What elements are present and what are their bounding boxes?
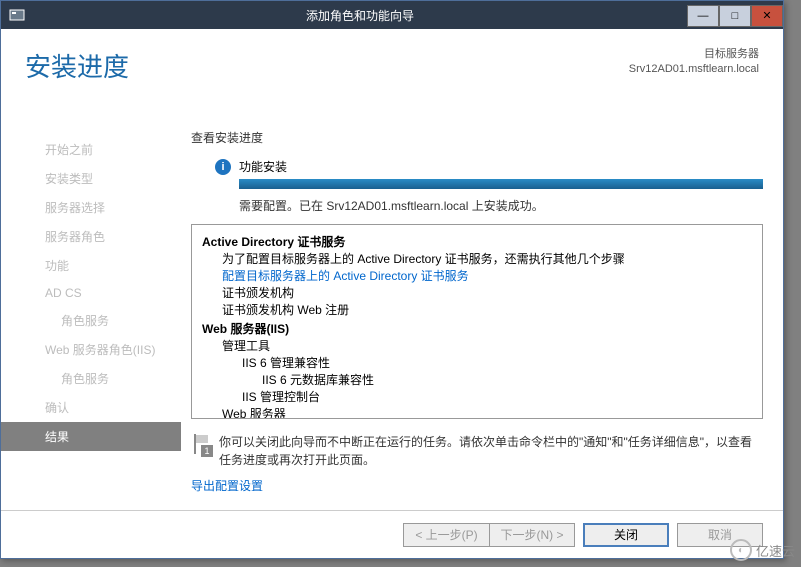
wizard-window: 添加角色和功能向导 — □ ✕ 安装进度 目标服务器 Srv12AD01.msf… (0, 0, 784, 559)
header-row: 安装进度 目标服务器 Srv12AD01.msftlearn.local (1, 29, 783, 96)
detail-line-1: 为了配置目标服务器上的 Active Directory 证书服务，还需执行其他… (202, 250, 752, 267)
notification-flag-icon: 1 (191, 433, 211, 455)
watermark: ◐ 亿速云 (730, 539, 795, 561)
status-message: 需要配置。已在 Srv12AD01.msftlearn.local 上安装成功。 (239, 197, 763, 214)
install-details[interactable]: Active Directory 证书服务为了配置目标服务器上的 Active … (191, 224, 763, 419)
sidebar-item-4: 功能 (1, 251, 181, 280)
status-label: 功能安装 (239, 158, 287, 175)
detail-line-7: IIS 6 管理兼容性 (202, 354, 752, 371)
sidebar-item-10[interactable]: 结果 (1, 422, 181, 451)
detail-line-9: IIS 管理控制台 (202, 388, 752, 405)
sidebar-nav: 开始之前安装类型服务器选择服务器角色功能AD CS角色服务Web 服务器角色(I… (1, 129, 181, 508)
sidebar-item-3: 服务器角色 (1, 222, 181, 251)
note-text: 你可以关闭此向导而不中断正在运行的任务。请依次单击命令栏中的"通知"和"任务详细… (219, 433, 763, 469)
wizard-body: 安装进度 目标服务器 Srv12AD01.msftlearn.local 开始之… (1, 29, 783, 558)
content-area: 开始之前安装类型服务器选择服务器角色功能AD CS角色服务Web 服务器角色(I… (1, 129, 783, 508)
notification-count: 1 (201, 445, 213, 457)
main-panel: 查看安装进度 i 功能安装 需要配置。已在 Srv12AD01.msftlear… (181, 129, 783, 508)
sidebar-item-6: 角色服务 (1, 306, 181, 335)
detail-line-10: Web 服务器 (202, 405, 752, 419)
detail-line-4: 证书颁发机构 Web 注册 (202, 301, 752, 318)
detail-line-6: 管理工具 (202, 337, 752, 354)
page-title: 安装进度 (25, 47, 129, 84)
info-icon: i (215, 159, 231, 175)
next-button: 下一步(N) > (489, 523, 575, 547)
titlebar[interactable]: 添加角色和功能向导 — □ ✕ (1, 1, 783, 29)
nav-button-group: < 上一步(P) 下一步(N) > (403, 523, 575, 547)
sidebar-item-5: AD CS (1, 280, 181, 306)
maximize-button[interactable]: □ (719, 5, 751, 27)
watermark-icon: ◐ (730, 539, 752, 561)
window-controls: — □ ✕ (687, 4, 783, 27)
sidebar-item-0: 开始之前 (1, 135, 181, 164)
detail-line-8: IIS 6 元数据库兼容性 (202, 371, 752, 388)
note-row: 1 你可以关闭此向导而不中断正在运行的任务。请依次单击命令栏中的"通知"和"任务… (191, 433, 763, 469)
export-config-link[interactable]: 导出配置设置 (191, 477, 263, 494)
detail-line-0: Active Directory 证书服务 (202, 233, 752, 250)
sidebar-item-8: 角色服务 (1, 364, 181, 393)
close-wizard-button[interactable]: 关闭 (583, 523, 669, 547)
previous-button: < 上一步(P) (403, 523, 489, 547)
minimize-button[interactable]: — (687, 5, 719, 27)
config-adcs-link[interactable]: 配置目标服务器上的 Active Directory 证书服务 (202, 267, 752, 284)
detail-line-3: 证书颁发机构 (202, 284, 752, 301)
subheader: 查看安装进度 (191, 129, 763, 146)
target-server-info: 目标服务器 Srv12AD01.msftlearn.local (629, 47, 759, 78)
sidebar-item-9: 确认 (1, 393, 181, 422)
close-button[interactable]: ✕ (751, 5, 783, 27)
target-value: Srv12AD01.msftlearn.local (629, 62, 759, 77)
window-title: 添加角色和功能向导 (33, 7, 687, 24)
app-icon (7, 5, 27, 25)
progress-bar (239, 179, 763, 189)
sidebar-item-2: 服务器选择 (1, 193, 181, 222)
watermark-text: 亿速云 (756, 541, 795, 560)
detail-line-5: Web 服务器(IIS) (202, 320, 752, 337)
sidebar-item-1: 安装类型 (1, 164, 181, 193)
sidebar-item-7: Web 服务器角色(IIS) (1, 335, 181, 364)
target-label: 目标服务器 (629, 47, 759, 62)
status-row: i 功能安装 (215, 158, 763, 175)
footer-buttons: < 上一步(P) 下一步(N) > 关闭 取消 (1, 510, 783, 558)
